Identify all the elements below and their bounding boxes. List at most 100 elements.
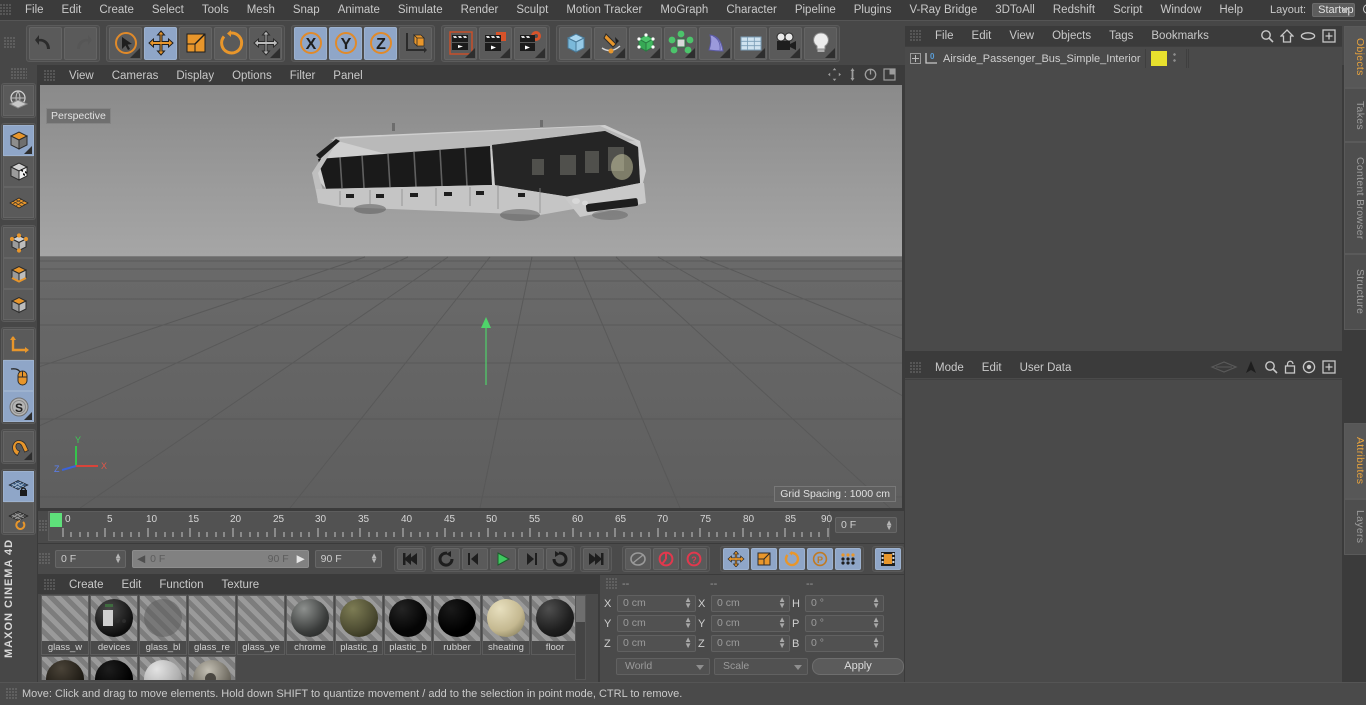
eye-icon[interactable] xyxy=(1300,30,1316,42)
nav-icon[interactable] xyxy=(1210,360,1238,374)
menu-item-mograph[interactable]: MoGraph xyxy=(651,0,717,20)
objects-menu-objects[interactable]: Objects xyxy=(1043,26,1100,46)
stepper-icon[interactable]: ▲ ▼ xyxy=(885,519,893,532)
layout-select[interactable]: Startup xyxy=(1312,3,1355,17)
keyframe-help-button[interactable]: ? xyxy=(681,548,708,570)
menu-item-plugins[interactable]: Plugins xyxy=(845,0,901,20)
apply-button[interactable]: Apply xyxy=(812,658,904,675)
position-y-input[interactable]: 0 cm ▲ ▼ xyxy=(617,615,696,632)
material-item[interactable] xyxy=(139,656,187,680)
objects-grip-icon[interactable] xyxy=(910,30,921,42)
viewport-menu-display[interactable]: Display xyxy=(167,66,223,86)
material-item[interactable]: glass_w xyxy=(41,595,89,655)
range-left-arrow-icon[interactable]: ◀ xyxy=(137,551,145,567)
objects-menu-bookmarks[interactable]: Bookmarks xyxy=(1142,26,1218,46)
objects-menu-tags[interactable]: Tags xyxy=(1100,26,1142,46)
material-item[interactable]: sheating xyxy=(482,595,530,655)
stepper-icon[interactable]: ▲ ▼ xyxy=(872,636,880,650)
menu-item-edit[interactable]: Edit xyxy=(53,0,91,20)
coordinate-mode-select[interactable]: Scale xyxy=(714,658,808,675)
add-cube-button[interactable] xyxy=(559,26,592,60)
texture-mode-button[interactable] xyxy=(3,156,34,187)
object-color-cell[interactable] xyxy=(1145,49,1187,68)
tab-structure[interactable]: Structure xyxy=(1344,254,1366,330)
position-z-input[interactable]: 0 cm ▲ ▼ xyxy=(617,635,696,652)
rotate-tool-button[interactable] xyxy=(214,26,247,60)
object-row[interactable]: 0 Airside_Passenger_Bus_Simple_Interior xyxy=(905,49,1342,68)
step-back-button[interactable] xyxy=(462,548,489,570)
coordinates-grip-icon[interactable] xyxy=(606,578,617,590)
rotation-b-input[interactable]: 0 ° ▲ ▼ xyxy=(805,635,884,652)
stepper-icon[interactable]: ▲ ▼ xyxy=(370,552,378,565)
stepper-icon[interactable]: ▲ ▼ xyxy=(778,596,786,610)
current-frame-input[interactable]: 0 F ▲ ▼ xyxy=(55,550,127,568)
stepper-icon[interactable]: ▲ ▼ xyxy=(872,616,880,630)
menu-item-pipeline[interactable]: Pipeline xyxy=(786,0,845,20)
objects-menu-view[interactable]: View xyxy=(1000,26,1043,46)
scrollbar-thumb[interactable] xyxy=(576,596,585,622)
menu-item-motion-tracker[interactable]: Motion Tracker xyxy=(557,0,651,20)
transport-grip-icon[interactable] xyxy=(39,553,50,565)
material-item[interactable]: plastic_b xyxy=(384,595,432,655)
enable-snap-button[interactable] xyxy=(3,431,34,462)
material-item[interactable]: glass_re xyxy=(188,595,236,655)
search-icon[interactable] xyxy=(1362,3,1366,17)
play-reverse-button[interactable] xyxy=(434,548,461,570)
object-color-swatch[interactable] xyxy=(1151,51,1167,66)
render-settings-button[interactable] xyxy=(514,26,547,60)
viewport-menu-view[interactable]: View xyxy=(60,66,103,86)
menu-item-help[interactable]: Help xyxy=(1210,0,1252,20)
menu-item-snap[interactable]: Snap xyxy=(284,0,329,20)
objects-menu-file[interactable]: File xyxy=(926,26,963,46)
play-forward-end-button[interactable] xyxy=(546,548,573,570)
object-axis-button[interactable] xyxy=(3,329,34,360)
material-item[interactable]: glass_ye xyxy=(237,595,285,655)
stepper-icon[interactable]: ▲ ▼ xyxy=(684,636,692,650)
stepper-icon[interactable]: ▲ ▼ xyxy=(778,616,786,630)
menu-item-create[interactable]: Create xyxy=(90,0,143,20)
stepper-icon[interactable]: ▲ ▼ xyxy=(872,596,880,610)
viewport-menu-options[interactable]: Options xyxy=(223,66,281,86)
arrow-up-icon[interactable] xyxy=(1244,360,1258,374)
rotation-p-input[interactable]: 0 ° ▲ ▼ xyxy=(805,615,884,632)
tab-layers[interactable]: Layers xyxy=(1344,499,1366,555)
material-item[interactable]: floor xyxy=(531,595,579,655)
material-grip-icon[interactable] xyxy=(44,578,55,591)
expand-icon[interactable] xyxy=(1322,29,1336,43)
size-x-input[interactable]: 0 cm ▲ ▼ xyxy=(711,595,790,612)
object-visibility-dots-icon[interactable] xyxy=(1173,53,1176,65)
menu-item-animate[interactable]: Animate xyxy=(329,0,389,20)
current-frame-marker[interactable] xyxy=(50,513,62,527)
menu-item-render[interactable]: Render xyxy=(452,0,508,20)
material-list[interactable]: glass_w devices glass_bl glass_re glass_… xyxy=(41,595,581,680)
menu-item-script[interactable]: Script xyxy=(1104,0,1151,20)
orbit-icon[interactable] xyxy=(864,68,877,81)
add-light-button[interactable] xyxy=(804,26,837,60)
size-y-input[interactable]: 0 cm ▲ ▼ xyxy=(711,615,790,632)
menu-grip-icon[interactable] xyxy=(0,4,11,16)
play-button[interactable] xyxy=(490,548,517,570)
attributes-grip-icon[interactable] xyxy=(910,362,921,374)
viewport-3d[interactable]: Perspective Grid Spacing : 1000 cm Y X Z xyxy=(40,85,902,508)
stepper-icon[interactable]: ▲ ▼ xyxy=(114,552,122,565)
preview-range-slider[interactable]: ◀ 0 F 90 F ▶ xyxy=(132,550,309,568)
model-mode-button[interactable] xyxy=(3,125,34,156)
menu-item-window[interactable]: Window xyxy=(1151,0,1210,20)
polygon-mode-button[interactable] xyxy=(3,289,34,320)
undo-button[interactable] xyxy=(29,26,62,60)
size-z-input[interactable]: 0 cm ▲ ▼ xyxy=(711,635,790,652)
attributes-menu-edit[interactable]: Edit xyxy=(973,358,1011,378)
material-menu-edit[interactable]: Edit xyxy=(113,575,151,595)
scale-tool-button[interactable] xyxy=(179,26,212,60)
stepper-icon[interactable]: ▲ ▼ xyxy=(684,596,692,610)
step-forward-button[interactable] xyxy=(518,548,545,570)
add-deformer-button[interactable] xyxy=(699,26,732,60)
y-axis-button[interactable]: Y xyxy=(329,26,362,60)
menu-item-redshift[interactable]: Redshift xyxy=(1044,0,1104,20)
attributes-menu-mode[interactable]: Mode xyxy=(926,358,973,378)
menu-item-select[interactable]: Select xyxy=(143,0,193,20)
material-item[interactable]: chrome xyxy=(286,595,334,655)
attributes-menu-user-data[interactable]: User Data xyxy=(1011,358,1081,378)
search-icon[interactable] xyxy=(1264,360,1278,374)
scale-key-button[interactable] xyxy=(751,548,778,570)
